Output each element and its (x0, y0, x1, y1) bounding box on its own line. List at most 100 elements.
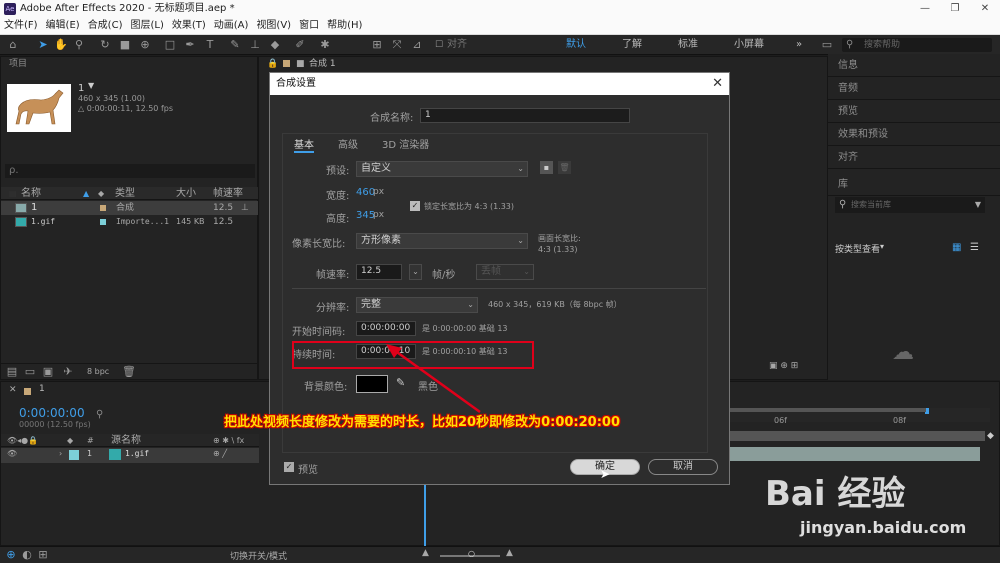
zoom-slider-handle[interactable]: ○ (468, 549, 475, 558)
bit-depth-label[interactable]: 8 bpc (87, 365, 109, 379)
camera-tool-icon[interactable]: ■ (118, 38, 132, 52)
tab-3d-renderer[interactable]: 3D 渲染器 (382, 136, 429, 151)
resolution-select[interactable]: 完整 ⌄ (356, 297, 478, 313)
frame-blend-icon[interactable]: ⊞ (36, 548, 50, 562)
lock-aspect-checkbox[interactable]: ✓ (410, 201, 420, 211)
project-row[interactable]: 1.gif Importe...1 145 KB 12.5 (1, 215, 259, 229)
av-switches-icon[interactable]: 👁◂●🔒 (7, 434, 38, 447)
layer-label-swatch[interactable] (69, 450, 79, 460)
audio-panel-tab[interactable]: 音频 (828, 77, 1000, 100)
sort-arrow-icon[interactable]: ▲ (83, 187, 89, 200)
workspace-learn[interactable]: 了解 (622, 38, 642, 52)
timeline-tab[interactable]: 1 (39, 384, 45, 394)
browse-by-type[interactable]: 按类型查看 (835, 242, 880, 255)
sort-label-icon[interactable]: ▤ (9, 187, 17, 200)
menu-file[interactable]: 文件(F) (0, 18, 42, 34)
cancel-button[interactable]: 取消 (648, 459, 718, 475)
workspace-small-screen[interactable]: 小屏幕 (734, 38, 764, 52)
chevron-down-icon[interactable]: ▼ (975, 197, 981, 213)
preview-panel-tab[interactable]: 预览 (828, 100, 1000, 123)
menu-edit[interactable]: 编辑(E) (42, 18, 84, 34)
layer-switches-icon[interactable]: ⊕ ╱ (213, 449, 227, 458)
drop-frame-select[interactable]: 丢帧 ⌄ (476, 264, 534, 280)
comp-flowchart-icon[interactable]: ⊕ (4, 548, 18, 562)
workspace-more-icon[interactable]: » (796, 38, 802, 52)
work-area-bar[interactable] (730, 408, 926, 412)
expand-arrow-icon[interactable]: › (59, 449, 62, 458)
menu-layer[interactable]: 图层(L) (126, 18, 167, 34)
home-icon[interactable]: ⌂ (6, 38, 20, 52)
pixel-aspect-select[interactable]: 方形像素 ⌄ (356, 233, 528, 249)
interpret-footage-icon[interactable]: ▤ (5, 365, 19, 379)
world-axis-icon[interactable]: ⤧ (390, 38, 404, 52)
text-tool-icon[interactable]: T (203, 38, 217, 52)
snap-checkbox[interactable]: ☐ (432, 38, 446, 52)
list-view-icon[interactable]: ☰ (970, 242, 979, 253)
clone-stamp-tool-icon[interactable]: ⊥ (248, 38, 262, 52)
work-area-strip[interactable] (730, 431, 985, 441)
zoom-tool-icon[interactable]: ⚲ (72, 38, 86, 52)
visibility-icon[interactable]: 👁 (7, 449, 17, 458)
layer-duration-bar[interactable] (730, 447, 980, 461)
comp-name-input[interactable]: 1 (420, 108, 630, 123)
search-icon[interactable]: ⚲ (96, 409, 103, 420)
preview-checkbox[interactable]: ✓ (284, 462, 294, 472)
grid-view-icon[interactable]: ▦ (952, 242, 961, 253)
label-color-swatch[interactable] (100, 205, 106, 211)
puppet-tool-icon[interactable]: ✱ (318, 38, 332, 52)
menu-window[interactable]: 窗口 (295, 18, 323, 34)
workspace-default[interactable]: 默认 (566, 38, 586, 52)
minimize-icon[interactable]: — (910, 0, 940, 18)
menu-help[interactable]: 帮助(H) (323, 18, 366, 34)
workspace-standard[interactable]: 标准 (678, 38, 698, 52)
flowchart-icon[interactable]: ⊥ (241, 201, 249, 215)
close-icon[interactable]: ✕ (970, 0, 1000, 18)
preset-select[interactable]: 自定义 ⌄ (356, 161, 528, 177)
label-tag-icon[interactable]: ◆ (67, 434, 73, 447)
workspace-switch-icon[interactable]: ▭ (820, 38, 834, 52)
zoom-in-icon[interactable]: ▲ (506, 548, 513, 558)
rotate-tool-icon[interactable]: ↻ (98, 38, 112, 52)
menu-effect[interactable]: 效果(T) (168, 18, 210, 34)
column-type[interactable]: 类型 (115, 187, 135, 200)
time-navigator-end-icon[interactable]: ◆ (987, 431, 994, 441)
eraser-tool-icon[interactable]: ◆ (268, 38, 282, 52)
brush-tool-icon[interactable]: ✎ (228, 38, 242, 52)
column-name[interactable]: 名称 (21, 187, 41, 200)
column-size[interactable]: 大小 (176, 187, 196, 200)
selection-tool-icon[interactable]: ➤ (36, 38, 50, 52)
rectangle-tool-icon[interactable]: □ (163, 38, 177, 52)
new-composition-icon[interactable]: ▣ (41, 365, 55, 379)
align-panel-tab[interactable]: 对齐 (828, 146, 1000, 169)
new-folder-icon[interactable]: ▭ (23, 365, 37, 379)
menu-view[interactable]: 视图(V) (252, 18, 295, 34)
composition-tab[interactable]: 合成 1 (309, 57, 336, 71)
info-panel-tab[interactable]: 信息 (828, 54, 1000, 77)
project-search-input[interactable]: ρ. (5, 164, 255, 178)
menu-composition[interactable]: 合成(C) (84, 18, 127, 34)
project-row[interactable]: 1 合成 12.5 ⊥ (1, 201, 259, 215)
trash-icon[interactable]: 🗑 (122, 365, 136, 379)
effects-presets-tab[interactable]: 效果和预设 (828, 123, 1000, 146)
column-source-name[interactable]: 源名称 (111, 434, 141, 447)
lock-icon[interactable]: 🔒 (267, 57, 278, 71)
chevron-down-icon[interactable]: ▾ (880, 242, 884, 251)
pan-behind-tool-icon[interactable]: ⊕ (138, 38, 152, 52)
pen-tool-icon[interactable]: ✒ (183, 38, 197, 52)
menu-animation[interactable]: 动画(A) (210, 18, 253, 34)
comp-footer-icon[interactable]: ▣ ⊕ ⊞ (769, 361, 798, 371)
settings-icon[interactable]: ✈ (61, 365, 75, 379)
project-dropdown-icon[interactable]: ▼ (88, 81, 94, 90)
fps-input[interactable]: 12.5 (356, 264, 402, 280)
delete-preset-icon[interactable]: 🗑 (558, 161, 571, 174)
current-time-indicator[interactable] (424, 485, 426, 546)
layer-row[interactable]: 👁 › 1 1.gif ⊕ ╱ (1, 448, 259, 463)
help-search-box[interactable]: ⚲ 搜索帮助 (842, 38, 992, 52)
label-color-swatch[interactable] (100, 219, 106, 225)
close-icon[interactable]: ✕ (712, 73, 723, 95)
render-time-icon[interactable]: ◐ (20, 548, 34, 562)
column-fps[interactable]: 帧速率 (213, 187, 243, 200)
view-axis-icon[interactable]: ⊿ (410, 38, 424, 52)
roto-brush-tool-icon[interactable]: ✐ (293, 38, 307, 52)
tab-advanced[interactable]: 高级 (338, 136, 358, 151)
